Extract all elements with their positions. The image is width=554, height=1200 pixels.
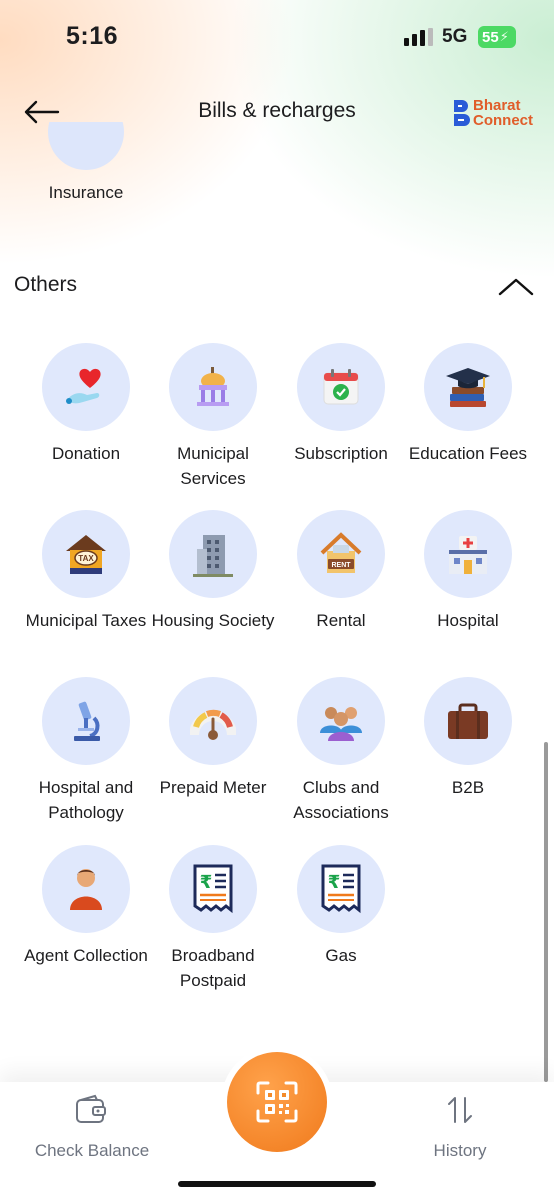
tile-icon-wrap: RENT xyxy=(297,510,385,598)
tile-label: Education Fees xyxy=(408,444,528,463)
tile-label: Prepaid Meter xyxy=(159,778,267,797)
tile-icon-wrap xyxy=(424,343,512,431)
chevron-up-icon[interactable] xyxy=(496,272,536,300)
people-group-icon xyxy=(320,707,362,741)
tile-label: Rental xyxy=(316,611,366,630)
tile-label: Municipal Services xyxy=(177,444,249,488)
insurance-icon[interactable] xyxy=(48,122,124,174)
signal-icon xyxy=(404,28,433,46)
check-balance-button[interactable]: Check Balance xyxy=(22,1094,162,1161)
tile-icon-wrap xyxy=(169,510,257,598)
tile-icon-wrap xyxy=(42,343,130,431)
tile-housing-society[interactable]: Housing Society xyxy=(149,510,277,633)
tile-subscription[interactable]: Subscription xyxy=(277,343,405,466)
rupee-bill-icon: ₹ xyxy=(321,864,361,914)
tax-house-icon: TAX xyxy=(66,535,106,574)
briefcase-icon xyxy=(448,703,488,739)
tile-icon-wrap xyxy=(424,677,512,765)
tile-icon-wrap xyxy=(169,677,257,765)
tile-label: B2B xyxy=(451,778,485,797)
tile-label: Housing Society xyxy=(151,611,275,630)
tile-label: Clubs and Associations xyxy=(293,778,389,822)
heart-hand-icon xyxy=(66,368,101,404)
bharat-connect-mark-icon xyxy=(454,100,470,126)
svg-text:₹: ₹ xyxy=(200,872,213,893)
meter-gauge-icon xyxy=(190,709,236,740)
tile-icon-wrap: ₹ xyxy=(169,845,257,933)
tile-agent-collection[interactable]: Agent Collection xyxy=(22,845,150,968)
tile-label: Agent Collection xyxy=(24,946,148,965)
history-button[interactable]: History xyxy=(400,1094,520,1161)
wallet-icon xyxy=(76,1094,106,1123)
history-label: History xyxy=(433,1141,487,1160)
agent-person-icon xyxy=(70,869,102,910)
tile-label: Hospital xyxy=(437,611,499,630)
tile-icon-wrap: ₹ xyxy=(297,845,385,933)
svg-text:TAX: TAX xyxy=(78,554,94,563)
tile-icon-wrap xyxy=(42,845,130,933)
tile-gas[interactable]: ₹ Gas xyxy=(277,845,405,968)
tile-hospital-and-pathology[interactable]: Hospital and Pathology xyxy=(22,677,150,825)
brand-line-2: Connect xyxy=(473,112,533,129)
tile-rental[interactable]: RENT Rental xyxy=(277,510,405,633)
tile-icon-wrap xyxy=(297,343,385,431)
tile-municipal-taxes[interactable]: TAX Municipal Taxes xyxy=(22,510,150,633)
svg-text:₹: ₹ xyxy=(328,872,341,893)
municipal-building-icon xyxy=(197,367,229,406)
tile-b2b[interactable]: B2B xyxy=(404,677,532,800)
home-indicator xyxy=(178,1181,376,1187)
tile-prepaid-meter[interactable]: Prepaid Meter xyxy=(149,677,277,800)
tile-icon-wrap xyxy=(424,510,512,598)
tile-hospital[interactable]: Hospital xyxy=(404,510,532,633)
insurance-label[interactable]: Insurance xyxy=(36,183,136,203)
status-time: 5:16 xyxy=(66,22,119,50)
calendar-check-icon xyxy=(323,369,359,405)
tile-icon-wrap xyxy=(42,677,130,765)
header-gradient-background xyxy=(0,0,554,560)
tile-label: Broadband Postpaid xyxy=(171,946,255,990)
tile-label: Gas xyxy=(325,946,357,965)
tile-broadband-postpaid[interactable]: ₹ Broadband Postpaid xyxy=(149,845,277,993)
rent-house-icon: RENT xyxy=(320,532,362,573)
qr-scan-icon xyxy=(256,1081,298,1123)
tile-label: Municipal Taxes xyxy=(25,611,147,630)
charging-icon: ⚡ xyxy=(499,29,509,44)
scrollbar[interactable] xyxy=(544,742,548,1082)
tile-label: Donation xyxy=(51,444,121,463)
svg-text:RENT: RENT xyxy=(331,562,351,569)
tile-label: Hospital and Pathology xyxy=(38,778,134,822)
apartment-building-icon xyxy=(193,535,233,577)
tile-municipal-services[interactable]: Municipal Services xyxy=(149,343,277,491)
brand-line-1: Bharat xyxy=(473,97,521,114)
tile-clubs-and-associations[interactable]: Clubs and Associations xyxy=(277,677,405,825)
bharat-connect-logo: Bharat Connect xyxy=(452,96,536,130)
tile-icon-wrap: TAX xyxy=(42,510,130,598)
books-graduation-cap-icon xyxy=(446,368,490,407)
tile-donation[interactable]: Donation xyxy=(22,343,150,466)
check-balance-label: Check Balance xyxy=(34,1141,150,1160)
battery-indicator: 55 ⚡ xyxy=(478,26,516,48)
rupee-bill-icon: ₹ xyxy=(193,864,233,914)
history-arrows-icon xyxy=(448,1097,472,1123)
section-title-others: Others xyxy=(14,273,78,296)
tile-icon-wrap xyxy=(169,343,257,431)
tile-icon-wrap xyxy=(297,677,385,765)
network-type: 5G xyxy=(442,26,468,47)
scan-qr-button[interactable] xyxy=(227,1052,327,1152)
hospital-icon xyxy=(449,536,487,574)
tile-education-fees[interactable]: Education Fees xyxy=(404,343,532,466)
microscope-icon xyxy=(74,701,100,741)
battery-level: 55 xyxy=(482,28,499,46)
tile-label: Subscription xyxy=(294,444,388,463)
